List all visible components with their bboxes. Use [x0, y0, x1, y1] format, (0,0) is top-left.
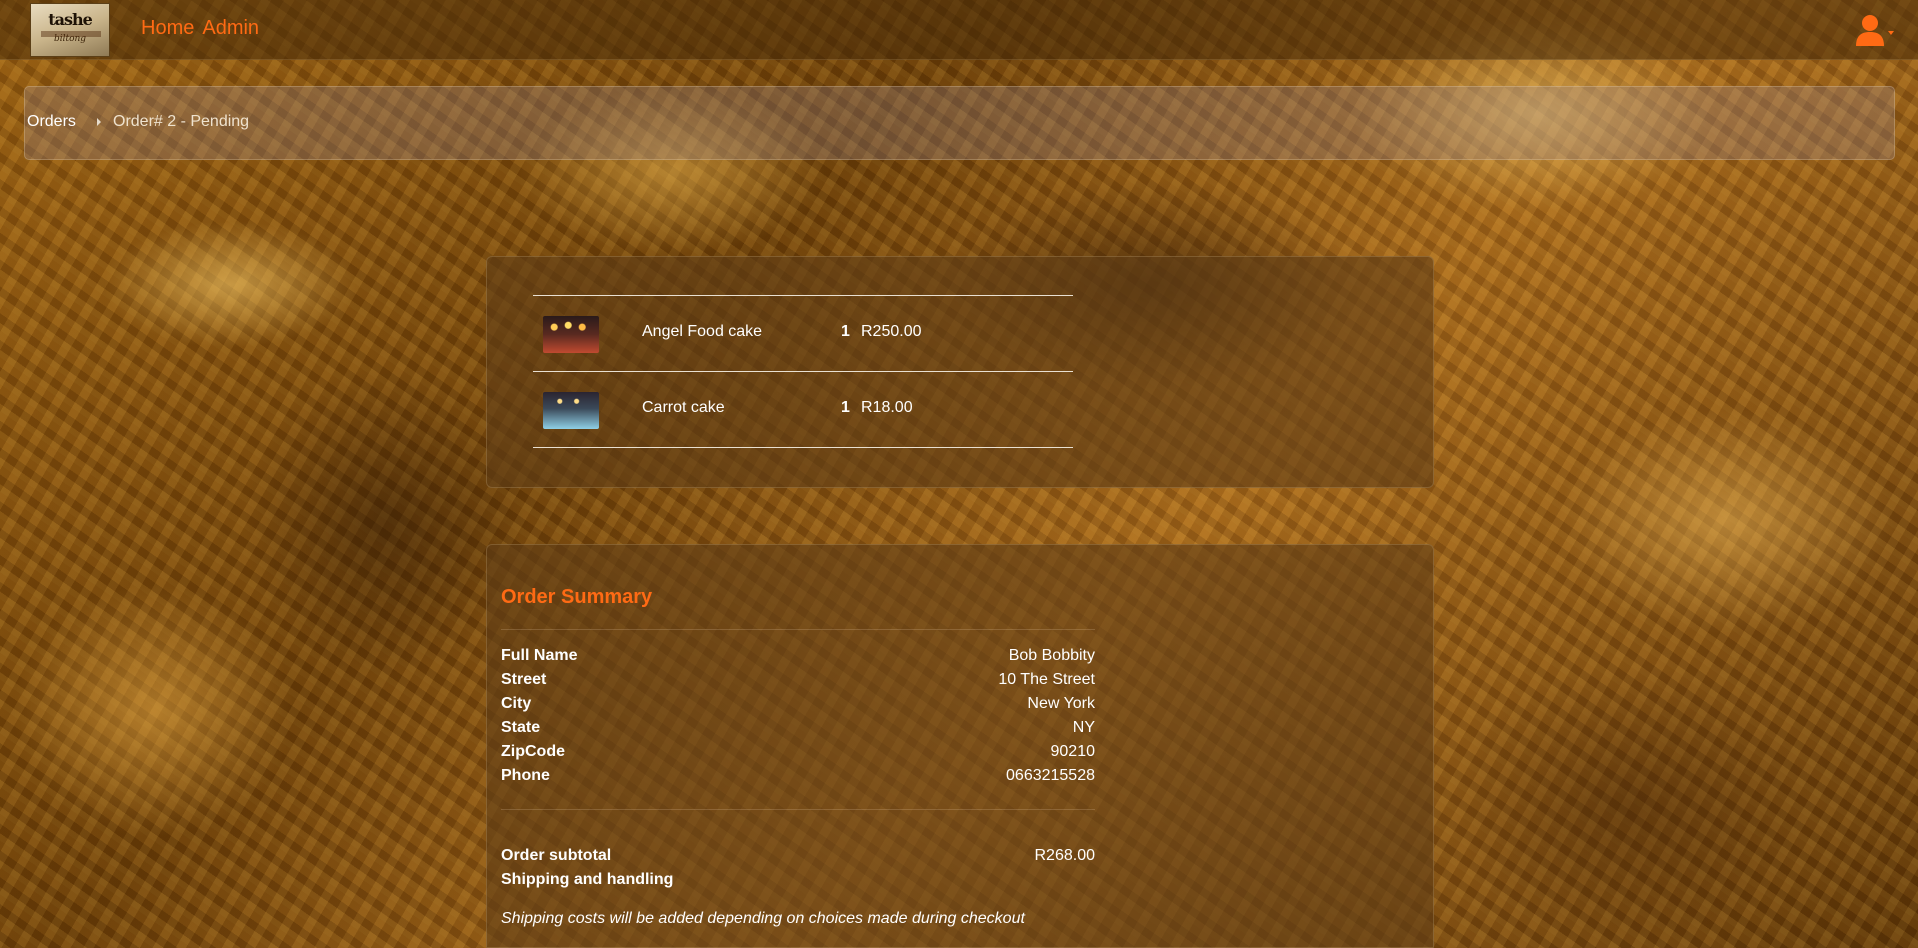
- field-label: City: [501, 695, 532, 712]
- item-quantity: 1: [841, 323, 850, 340]
- summary-field-phone: Phone 0663215528: [501, 767, 1095, 791]
- breadcrumb-current: Order# 2 - Pending: [113, 113, 250, 130]
- shipping-row: Shipping and handling: [501, 871, 1095, 895]
- item-name: Angel Food cake: [642, 323, 763, 340]
- item-name: Carrot cake: [642, 399, 725, 416]
- breadcrumb-orders-link[interactable]: Orders: [27, 113, 76, 131]
- caret-down-icon: [1888, 31, 1894, 35]
- summary-field-state: State NY: [501, 719, 1095, 743]
- logo-stripe: [41, 31, 101, 37]
- brand-logo[interactable]: tashe biltong: [30, 3, 110, 57]
- order-items-card: Angel Food cake 1 R250.00 Carrot cake 1 …: [486, 256, 1434, 488]
- divider: [501, 629, 1095, 630]
- order-summary-title: Order Summary: [501, 586, 653, 608]
- item-thumbnail-image: [543, 316, 599, 353]
- subtotal-label: Order subtotal: [501, 847, 612, 864]
- item-price: R18.00: [861, 399, 913, 416]
- item-thumbnail-image: [543, 392, 599, 429]
- user-menu-button[interactable]: [1854, 14, 1896, 46]
- field-value: New York: [1027, 695, 1095, 712]
- shipping-note: Shipping costs will be added depending o…: [501, 910, 1025, 927]
- field-value: Bob Bobbity: [1008, 647, 1095, 664]
- item-price: R250.00: [861, 323, 922, 340]
- field-value: 10 The Street: [998, 671, 1095, 688]
- logo-main-text: tashe: [48, 10, 93, 29]
- field-label: State: [501, 719, 541, 736]
- order-item-row: Angel Food cake 1 R250.00: [533, 295, 1073, 371]
- field-value: 0663215528: [1006, 767, 1095, 784]
- nav-link-home[interactable]: Home: [141, 17, 194, 39]
- order-items-table: Angel Food cake 1 R250.00 Carrot cake 1 …: [533, 295, 1073, 448]
- field-label: Street: [501, 671, 547, 688]
- summary-field-full-name: Full Name Bob Bobbity: [501, 647, 1095, 671]
- divider: [501, 809, 1095, 810]
- summary-field-zipcode: ZipCode 90210: [501, 743, 1095, 767]
- summary-field-street: Street 10 The Street: [501, 671, 1095, 695]
- nav-link-admin[interactable]: Admin: [202, 17, 259, 39]
- field-value: NY: [1072, 719, 1095, 736]
- chevron-right-icon: [97, 118, 101, 126]
- field-label: Phone: [501, 767, 550, 784]
- field-label: ZipCode: [501, 743, 565, 760]
- nav-links: Home Admin: [141, 17, 267, 40]
- field-label: Full Name: [501, 647, 578, 664]
- field-value: 90210: [1050, 743, 1096, 760]
- order-item-row: Carrot cake 1 R18.00: [533, 371, 1073, 448]
- user-icon: [1856, 15, 1894, 46]
- breadcrumb: Orders Order# 2 - Pending: [24, 86, 1895, 160]
- subtotal-value: R268.00: [1034, 847, 1096, 864]
- order-subtotal-row: Order subtotal R268.00: [501, 847, 1095, 871]
- navbar: tashe biltong Home Admin: [0, 0, 1918, 60]
- order-summary-card: Order Summary Full Name Bob Bobbity Stre…: [486, 544, 1434, 948]
- summary-field-city: City New York: [501, 695, 1095, 719]
- shipping-label: Shipping and handling: [501, 871, 674, 888]
- item-quantity: 1: [841, 399, 850, 416]
